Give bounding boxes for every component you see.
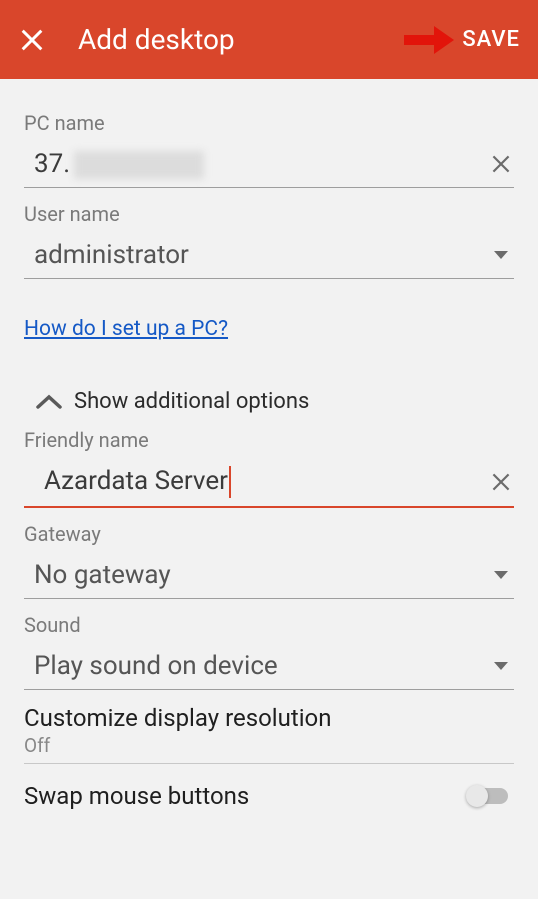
swap-mouse-toggle[interactable]: [468, 784, 514, 808]
pc-name-value: 37.: [34, 149, 488, 179]
friendly-name-label: Friendly name: [24, 428, 514, 452]
sound-select[interactable]: Play sound on device: [24, 645, 514, 690]
sound-value: Play sound on device: [34, 651, 494, 681]
app-header: Add desktop SAVE: [0, 0, 538, 79]
additional-options-label: Show additional options: [74, 389, 309, 414]
sound-label: Sound: [24, 613, 514, 637]
gateway-label: Gateway: [24, 522, 514, 546]
swap-mouse-row: Swap mouse buttons: [24, 764, 514, 810]
swap-mouse-label: Swap mouse buttons: [24, 782, 468, 810]
gateway-value: No gateway: [34, 560, 494, 590]
user-name-value: administrator: [34, 240, 494, 270]
text-cursor: [229, 466, 231, 498]
friendly-name-value: Azardata Server: [44, 466, 488, 498]
clear-icon[interactable]: [488, 469, 514, 495]
clear-icon[interactable]: [488, 151, 514, 177]
pc-name-field[interactable]: 37.: [24, 143, 514, 188]
display-resolution-title: Customize display resolution: [24, 704, 514, 732]
close-icon[interactable]: [18, 26, 46, 54]
display-resolution-row[interactable]: Customize display resolution Off: [24, 690, 514, 764]
chevron-down-icon: [494, 251, 508, 259]
user-name-label: User name: [24, 202, 514, 226]
help-link[interactable]: How do I set up a PC?: [24, 317, 228, 341]
arrow-right-icon: [404, 23, 454, 57]
friendly-name-field[interactable]: Azardata Server: [24, 460, 514, 508]
chevron-down-icon: [494, 662, 508, 670]
user-name-select[interactable]: administrator: [24, 234, 514, 279]
chevron-up-icon: [34, 391, 64, 413]
chevron-down-icon: [494, 571, 508, 579]
display-resolution-value: Off: [24, 734, 514, 757]
page-title: Add desktop: [78, 23, 404, 56]
save-button[interactable]: SAVE: [462, 27, 520, 52]
form-content: PC name 37. User name administrator How …: [0, 79, 538, 810]
gateway-select[interactable]: No gateway: [24, 554, 514, 599]
pc-name-label: PC name: [24, 111, 514, 135]
additional-options-toggle[interactable]: Show additional options: [34, 389, 514, 414]
